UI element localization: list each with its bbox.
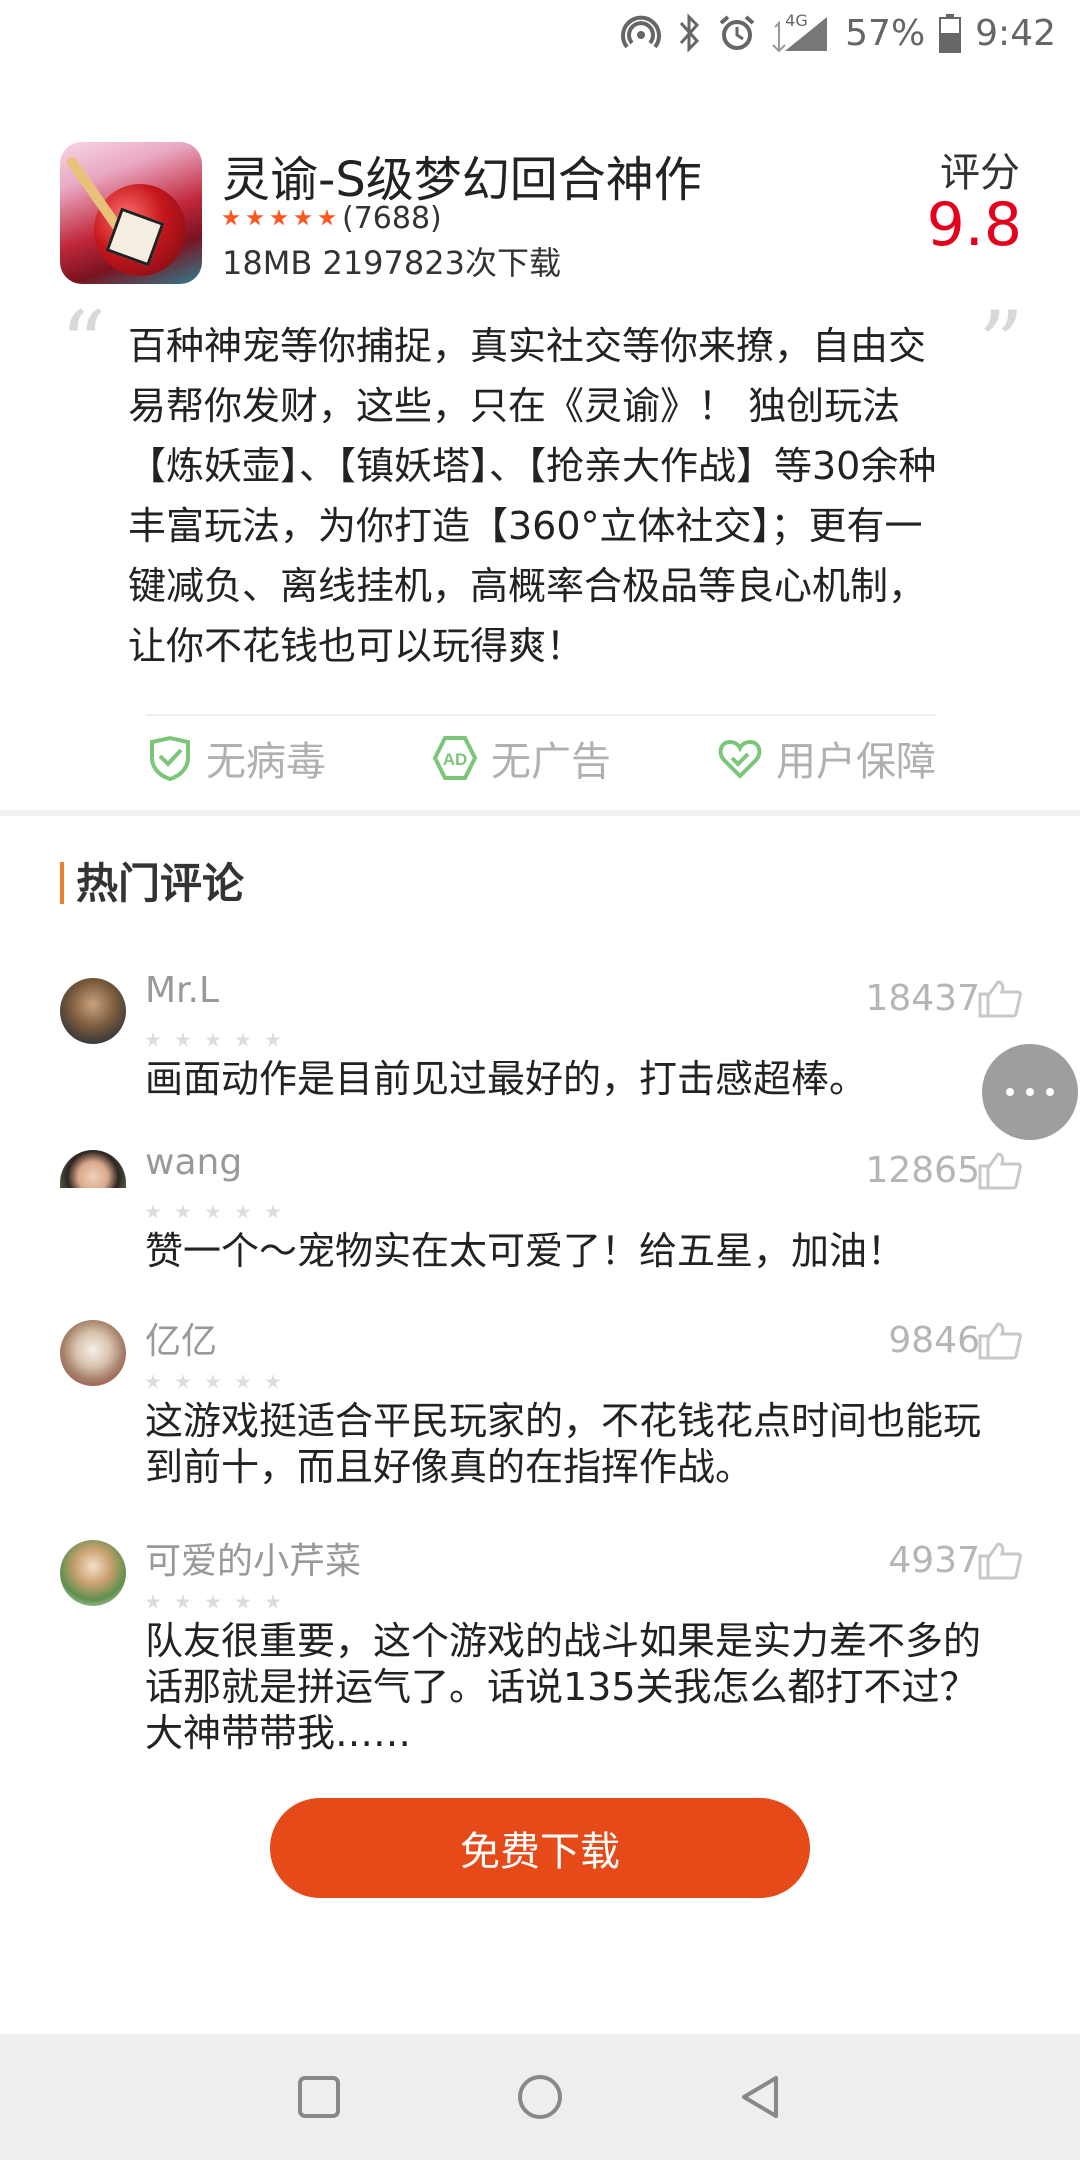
star-icon (294, 209, 312, 226)
score-value: 9.8 (926, 190, 1022, 260)
star-icon (205, 1032, 221, 1047)
svg-text:AD: AD (443, 750, 468, 769)
comment-username[interactable]: wang (145, 1142, 242, 1183)
app-description: 百种神宠等你捕捉，真实社交等你来撩，自由交易帮你发财，这些，只在《灵谕》！ 独创… (128, 324, 937, 668)
like-count: 12865 (865, 1150, 980, 1191)
star-icon (175, 1594, 191, 1609)
star-icon (246, 209, 264, 226)
star-icon (145, 1374, 161, 1389)
guarantee-label: 无广告 (491, 739, 611, 785)
star-icon (265, 1374, 281, 1389)
section-divider (0, 810, 1080, 816)
comment-stars (145, 1594, 281, 1610)
dot-icon (1006, 1088, 1014, 1096)
bluetooth-icon (675, 13, 703, 53)
system-nav-bar (0, 2034, 1080, 2160)
app-rating: (7688) (222, 200, 442, 236)
star-icon (145, 1204, 161, 1219)
shield-check-icon (150, 735, 190, 782)
comment-username[interactable]: 可爱的小芹菜 (145, 1532, 361, 1584)
star-icon (222, 209, 240, 226)
section-title: 热门评论 (76, 859, 245, 908)
clock: 9:42 (975, 12, 1056, 54)
close-quote-icon: ” (977, 292, 1024, 397)
home-icon[interactable] (515, 2072, 565, 2122)
comment-username[interactable]: Mr.L (145, 970, 219, 1011)
star-icon (235, 1594, 251, 1609)
star-icon (205, 1374, 221, 1389)
guarantee-user-protection: 用户保障 (716, 729, 936, 787)
guarantee-divider (146, 714, 936, 716)
battery-icon (939, 13, 962, 53)
guarantee-label: 无病毒 (206, 739, 326, 785)
guarantee-no-ads: AD 无广告 (431, 729, 611, 787)
rating-count: (7688) (342, 200, 442, 236)
thumbs-up-icon[interactable] (978, 978, 1022, 1018)
alarm-icon (717, 13, 757, 53)
like-count: 18437 (865, 978, 980, 1019)
thumbs-up-icon[interactable] (978, 1540, 1022, 1580)
star-icon (235, 1032, 251, 1047)
avatar[interactable] (60, 1540, 126, 1606)
thumbs-up-icon[interactable] (978, 1320, 1022, 1360)
guarantee-label: 用户保障 (776, 739, 936, 785)
app-icon (60, 142, 202, 284)
avatar[interactable] (60, 1150, 126, 1188)
battery-percent: 57% (845, 12, 926, 54)
star-icon (175, 1032, 191, 1047)
avatar[interactable] (60, 978, 126, 1044)
rating-stars (222, 209, 336, 227)
star-icon (145, 1594, 161, 1609)
thumbs-up-icon[interactable] (978, 1150, 1022, 1190)
star-icon (175, 1204, 191, 1219)
like-count: 9846 (888, 1320, 980, 1361)
comment-text: 队友很重要，这个游戏的战斗如果是实力差不多的话那就是拼运气了。话说135关我怎么… (145, 1619, 982, 1755)
ad-badge-icon: AD (432, 736, 478, 780)
hotspot-icon (621, 13, 662, 53)
comment-text: 这游戏挺适合平民玩家的，不花钱花点时间也能玩到前十，而且好像真的在指挥作战。 (145, 1399, 982, 1489)
more-options-button[interactable] (982, 1044, 1078, 1140)
comment-stars (145, 1204, 281, 1220)
star-icon (265, 1204, 281, 1219)
star-icon (235, 1374, 251, 1389)
guarantee-row: 无病毒 AD 无广告 用户保障 (146, 728, 936, 788)
star-icon (318, 209, 336, 226)
free-download-button[interactable]: 免费下载 (270, 1798, 810, 1898)
star-icon (205, 1204, 221, 1219)
guarantee-no-virus: 无病毒 (146, 729, 326, 787)
status-bar: 4G 57% 9:42 (0, 0, 1080, 64)
star-icon (175, 1374, 191, 1389)
like-count: 4937 (888, 1540, 980, 1581)
dot-icon (1046, 1088, 1054, 1096)
recent-apps-icon[interactable] (294, 2072, 344, 2122)
section-accent-bar (60, 862, 64, 904)
star-icon (205, 1594, 221, 1609)
star-icon (270, 209, 288, 226)
comment-stars (145, 1374, 281, 1390)
avatar[interactable] (60, 1320, 126, 1386)
star-icon (145, 1032, 161, 1047)
heart-hand-icon (718, 739, 762, 779)
app-size-downloads: 18MB 2197823次下载 (222, 244, 561, 282)
back-icon[interactable] (736, 2072, 786, 2122)
dot-icon (1026, 1088, 1034, 1096)
star-icon (265, 1032, 281, 1047)
comment-text: 赞一个～宠物实在太可爱了！给五星，加油！ (145, 1229, 906, 1273)
open-quote-icon: “ (60, 292, 107, 397)
comment-stars (145, 1032, 281, 1048)
comment-username[interactable]: 亿亿 (145, 1312, 217, 1364)
signal-icon: 4G (771, 11, 831, 53)
star-icon (235, 1204, 251, 1219)
comment-text: 画面动作是目前见过最好的，打击感超棒。 (145, 1057, 868, 1101)
star-icon (265, 1594, 281, 1609)
